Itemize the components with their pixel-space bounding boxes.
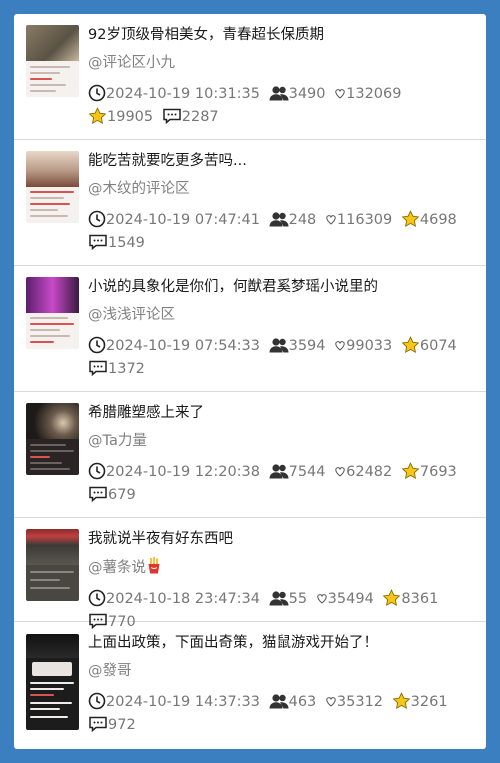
author-name[interactable]: @木纹的评论区	[88, 179, 478, 199]
likes-count: 35312	[336, 694, 384, 710]
list-item[interactable]: 希腊雕塑感上来了 @Ta力量 2024-10-19 12:20:38 7544 …	[14, 392, 486, 518]
heart-icon	[326, 215, 336, 225]
star-icon	[392, 692, 411, 709]
video-thumbnail[interactable]	[26, 634, 79, 730]
post-datetime: 2024-10-19 14:37:33	[106, 694, 260, 710]
video-stats: 2024-10-19 07:54:33 3594 99033 6074 1372	[88, 335, 478, 381]
likes-count: 62482	[346, 464, 393, 480]
video-stats: 2024-10-19 07:47:41 248 116309 4698 1549	[88, 209, 478, 255]
video-thumbnail[interactable]	[26, 151, 79, 223]
author-name[interactable]: @Ta力量	[88, 431, 478, 451]
author-name[interactable]: @评论区小九	[88, 53, 478, 73]
list-item[interactable]: 我就说半夜有好东西吧 @薯条说 2024-10-18 23:47:34 55 3…	[14, 518, 486, 630]
video-title[interactable]: 我就说半夜有好东西吧	[88, 529, 478, 549]
list-item[interactable]: 上面出政策，下面出奇策，猫鼠游戏开始了！ @發哥 2024-10-19 14:3…	[14, 622, 486, 749]
fans-count: 55	[288, 591, 308, 607]
video-title[interactable]: 上面出政策，下面出奇策，猫鼠游戏开始了！	[88, 633, 478, 653]
comment-icon	[163, 108, 181, 125]
list-item[interactable]: 能吃苦就要吃更多苦吗... @木纹的评论区 2024-10-19 07:47:4…	[14, 140, 486, 266]
likes-count: 132069	[346, 86, 402, 102]
likes-count: 116309	[336, 212, 393, 228]
heart-icon	[335, 467, 345, 477]
star-icon	[88, 107, 107, 124]
video-stats: 2024-10-19 12:20:38 7544 62482 7693 679	[88, 461, 478, 507]
heart-icon	[335, 89, 345, 99]
favorites-count: 19905	[107, 109, 154, 125]
clock-icon	[88, 336, 106, 354]
star-icon	[401, 462, 420, 479]
post-datetime: 2024-10-19 12:20:38	[106, 464, 260, 480]
fans-icon	[269, 694, 289, 709]
author-name[interactable]: @浅浅评论区	[88, 305, 478, 325]
favorites-count: 3261	[410, 694, 448, 710]
likes-count: 35494	[327, 591, 374, 607]
fans-count: 248	[288, 212, 317, 228]
comments-count: 679	[108, 487, 136, 503]
video-stats: 2024-10-19 10:31:35 3490 132069 19905 22…	[88, 83, 478, 129]
list-item[interactable]: 小说的具象化是你们，何猷君奚梦瑶小说里的 @浅浅评论区 2024-10-19 0…	[14, 266, 486, 392]
author-name[interactable]: @薯条说	[88, 557, 478, 578]
comment-icon	[89, 234, 107, 251]
favorites-count: 6074	[419, 338, 457, 354]
comments-count: 1549	[108, 235, 145, 251]
video-thumbnail[interactable]	[26, 25, 79, 97]
fans-icon	[269, 591, 289, 606]
clock-icon	[88, 589, 106, 607]
fans-icon	[269, 464, 289, 479]
video-stats: 2024-10-19 14:37:33 463 35312 3261 972	[88, 691, 478, 737]
clock-icon	[88, 210, 106, 228]
video-title[interactable]: 92岁顶级骨相美女，青春超长保质期	[88, 25, 478, 45]
star-icon	[401, 336, 420, 353]
clock-icon	[88, 692, 106, 710]
clock-icon	[88, 84, 106, 102]
star-icon	[401, 210, 420, 227]
video-title[interactable]: 希腊雕塑感上来了	[88, 403, 478, 423]
clock-icon	[88, 462, 106, 480]
fans-icon	[269, 86, 289, 101]
post-datetime: 2024-10-18 23:47:34	[106, 591, 260, 607]
likes-count: 99033	[346, 338, 393, 354]
author-name-text: @薯条说	[88, 560, 146, 576]
heart-icon	[326, 697, 336, 707]
heart-icon	[335, 341, 345, 351]
fans-icon	[269, 212, 289, 227]
fans-count: 3594	[288, 338, 326, 354]
comment-icon	[89, 716, 107, 733]
fans-icon	[269, 338, 289, 353]
heart-icon	[316, 594, 327, 604]
video-list-panel: 92岁顶级骨相美女，青春超长保质期 @评论区小九 2024-10-19 10:3…	[14, 14, 486, 749]
video-thumbnail[interactable]	[26, 403, 79, 475]
comment-icon	[89, 360, 107, 377]
favorites-count: 4698	[419, 212, 457, 228]
comments-count: 1372	[108, 361, 145, 377]
fries-icon	[148, 557, 160, 574]
fans-count: 7544	[288, 464, 326, 480]
video-title[interactable]: 能吃苦就要吃更多苦吗...	[88, 151, 478, 171]
post-datetime: 2024-10-19 07:47:41	[106, 212, 260, 228]
video-thumbnail[interactable]	[26, 277, 79, 349]
comments-count: 972	[108, 717, 136, 733]
video-title[interactable]: 小说的具象化是你们，何猷君奚梦瑶小说里的	[88, 277, 478, 297]
comment-icon	[89, 486, 107, 503]
favorites-count: 7693	[419, 464, 457, 480]
list-item[interactable]: 92岁顶级骨相美女，青春超长保质期 @评论区小九 2024-10-19 10:3…	[14, 14, 486, 140]
post-datetime: 2024-10-19 10:31:35	[106, 86, 260, 102]
fans-count: 463	[288, 694, 317, 710]
comments-count: 2287	[181, 109, 219, 125]
fans-count: 3490	[288, 86, 326, 102]
video-thumbnail[interactable]	[26, 529, 79, 601]
author-name[interactable]: @發哥	[88, 661, 478, 681]
post-datetime: 2024-10-19 07:54:33	[106, 338, 260, 354]
favorites-count: 8361	[401, 591, 439, 607]
star-icon	[383, 589, 401, 606]
